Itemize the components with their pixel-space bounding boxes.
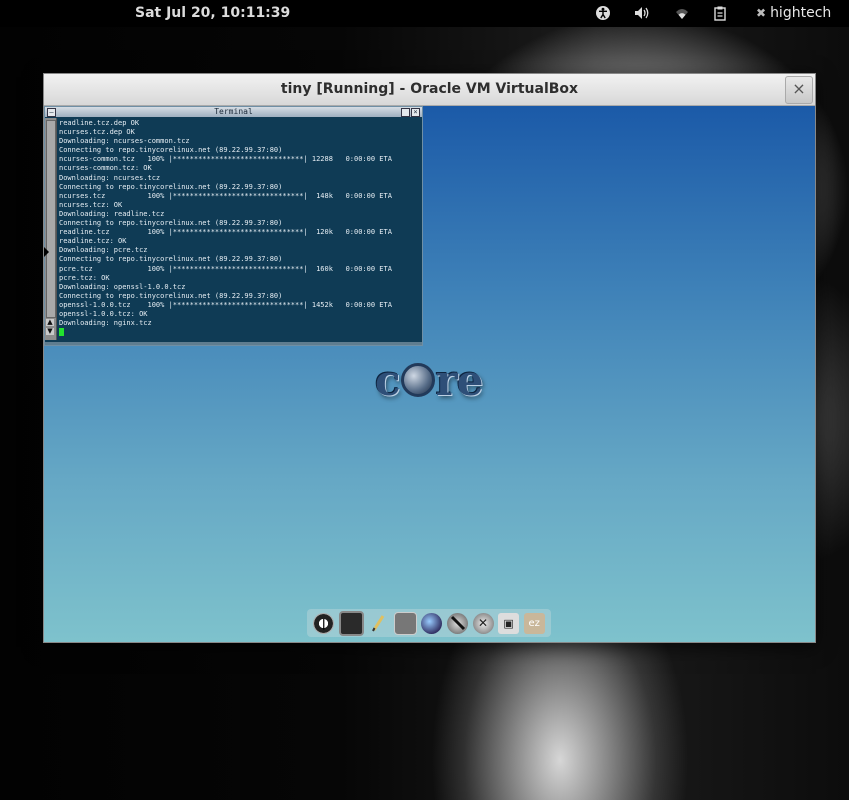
terminal-line: Downloading: pcre.tcz	[59, 246, 148, 255]
user-name: hightech	[770, 5, 832, 21]
tinycore-logo: c re	[375, 356, 483, 405]
terminal-line: Downloading: openssl-1.0.0.tcz	[59, 282, 186, 291]
terminal-line: Connecting to repo.tinycorelinux.net (89…	[59, 255, 283, 264]
terminal-bottom-border	[45, 342, 422, 345]
user-menu[interactable]: ✖ hightech	[756, 5, 831, 21]
wifi-icon[interactable]	[673, 5, 691, 21]
terminal-line: Downloading: readline.tcz	[59, 209, 165, 218]
close-icon[interactable]: ×	[411, 108, 420, 117]
terminal-line: readline.tcz: OK	[59, 237, 127, 246]
terminal-line: ncurses.tcz.dep OK	[59, 128, 135, 137]
settings-icon[interactable]: ✕	[472, 612, 494, 634]
terminal-icon[interactable]	[338, 610, 364, 636]
maximize-icon[interactable]	[401, 108, 410, 117]
terminal-line: Connecting to repo.tinycorelinux.net (89…	[59, 182, 283, 191]
close-button[interactable]: ×	[785, 76, 813, 104]
terminal-line: Connecting to repo.tinycorelinux.net (89…	[59, 291, 283, 300]
terminal-line: readline.tcz 100% |*********************…	[59, 228, 392, 237]
ezremaster-icon[interactable]: ez	[523, 612, 545, 634]
editor-icon[interactable]	[368, 613, 389, 634]
accessibility-icon[interactable]	[594, 5, 612, 21]
terminal-line: ncurses.tcz 100% |**********************…	[59, 191, 392, 200]
terminal-line: Connecting to repo.tinycorelinux.net (89…	[59, 146, 283, 155]
clipboard-icon[interactable]	[711, 5, 729, 21]
scroll-up-icon[interactable]: ▲	[46, 319, 54, 326]
terminal-line: ncurses-common.tcz: OK	[59, 164, 152, 173]
mouse-pointer-icon	[44, 247, 49, 257]
terminal-line: Downloading: nginx.tcz	[59, 319, 152, 328]
terminal-output[interactable]: readline.tcz.dep OK ncurses.tcz.dep OK Dow…	[59, 119, 419, 343]
apps-browser-icon[interactable]	[421, 612, 443, 634]
control-panel-icon[interactable]	[393, 611, 417, 635]
tools-icon[interactable]	[447, 612, 468, 634]
guest-dock: | ✕ ▣ ez	[307, 609, 551, 637]
window-title: tiny [Running] - Oracle VM VirtualBox	[280, 81, 579, 97]
terminal-line: readline.tcz.dep OK	[59, 119, 140, 127]
terminal-line: pcre.tcz 100% |*************************…	[59, 264, 392, 273]
terminal-titlebar[interactable]: – Terminal ×	[45, 107, 422, 117]
user-status-icon: ✖	[756, 6, 767, 20]
terminal-line: Connecting to repo.tinycorelinux.net (89…	[59, 219, 283, 228]
terminal-line: openssl-1.0.0.tcz 100% |****************…	[59, 300, 392, 309]
terminal-scrollbar[interactable]: ▲ ▼	[45, 118, 57, 340]
scroll-down-icon[interactable]: ▼	[46, 328, 54, 335]
core-logo-o-icon	[400, 363, 435, 397]
terminal-line: openssl-1.0.0.tcz: OK	[59, 309, 148, 318]
clock[interactable]: Sat Jul 20, 10:11:39	[135, 5, 290, 21]
volume-icon[interactable]	[633, 5, 651, 21]
terminal-line: pcre.tcz: OK	[59, 273, 110, 282]
terminal-cursor	[59, 328, 64, 337]
power-icon[interactable]: |	[313, 612, 335, 634]
mount-icon[interactable]: ▣	[498, 612, 520, 634]
window-titlebar[interactable]: tiny [Running] - Oracle VM VirtualBox ×	[44, 74, 815, 106]
guest-screen[interactable]: – Terminal × ▲ ▼ readline.tcz.dep OK ncur…	[44, 106, 815, 642]
top-bar: Sat Jul 20, 10:11:39 ✖ hightech	[0, 0, 849, 27]
terminal-line: Downloading: ncurses-common.tcz	[59, 137, 190, 146]
terminal-line: ncurses.tcz: OK	[59, 200, 123, 209]
virtualbox-window: tiny [Running] - Oracle VM VirtualBox × …	[43, 73, 816, 643]
terminal-line: Downloading: ncurses.tcz	[59, 173, 161, 182]
scrollbar-thumb[interactable]	[46, 120, 56, 318]
guest-terminal-window[interactable]: – Terminal × ▲ ▼ readline.tcz.dep OK ncur…	[44, 106, 423, 346]
terminal-line: ncurses-common.tcz 100% |***************…	[59, 155, 392, 164]
terminal-title: Terminal	[214, 107, 253, 116]
